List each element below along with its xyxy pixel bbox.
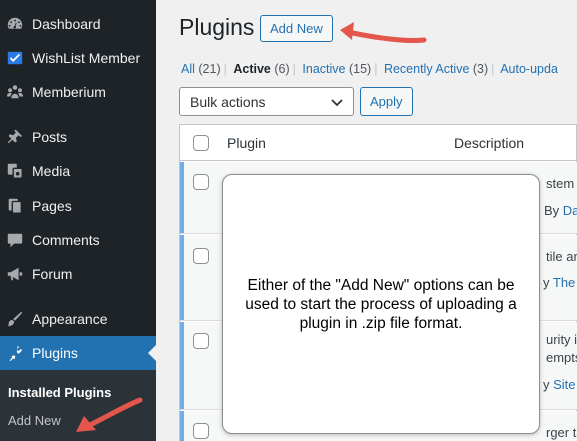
sidebar-item-memberium[interactable]: Memberium (0, 75, 156, 109)
sidebar-item-label: Dashboard (32, 16, 101, 32)
select-all-checkbox[interactable] (193, 135, 209, 151)
active-row-indicator (180, 322, 184, 409)
chevron-down-icon (331, 99, 343, 107)
active-row-indicator (180, 235, 184, 320)
row-description-snippet: urity is (546, 332, 577, 347)
active-row-indicator (180, 162, 184, 233)
megaphone-icon (5, 264, 25, 284)
sidebar-item-label: Plugins (32, 345, 78, 361)
plugin-status-filters: All (21) | Active (6) | Inactive (15) | Rec… (181, 62, 558, 76)
dashboard-icon (5, 14, 25, 34)
author-link[interactable]: The (553, 275, 575, 290)
paintbrush-icon (5, 309, 25, 329)
sidebar-item-plugins[interactable]: Plugins (0, 336, 156, 370)
sidebar-item-forum[interactable]: Forum (0, 257, 156, 291)
sidebar-item-media[interactable]: Media (0, 154, 156, 188)
column-description: Description (454, 135, 525, 151)
filter-auto-updates[interactable]: Auto-upda (500, 62, 558, 76)
sidebar-item-label: Pages (32, 198, 72, 214)
author-link[interactable]: Site (553, 377, 575, 392)
pages-icon (5, 196, 25, 216)
row-checkbox[interactable] (193, 248, 209, 264)
submenu-add-new[interactable]: Add New (8, 413, 61, 428)
sidebar-item-label: WishList Member (32, 50, 141, 66)
admin-sidebar: Dashboard WishList Member Memberium Post… (0, 0, 156, 441)
active-row-indicator (180, 411, 184, 441)
row-checkbox[interactable] (193, 423, 209, 439)
arrow-annotation-bottom (76, 397, 143, 432)
filter-inactive[interactable]: Inactive (15) (302, 62, 371, 76)
media-icon (5, 161, 25, 181)
filter-active[interactable]: Active (6) (233, 62, 289, 76)
row-checkbox[interactable] (193, 174, 209, 190)
author-link[interactable]: Da (563, 203, 577, 218)
sidebar-item-label: Memberium (32, 84, 106, 100)
bulk-actions-select[interactable]: Bulk actions (179, 87, 354, 116)
table-header: Plugin Description (180, 125, 577, 161)
plugin-icon (5, 343, 25, 363)
row-description-snippet: rger t (546, 425, 577, 440)
bulk-actions-value: Bulk actions (190, 93, 266, 110)
apply-button[interactable]: Apply (360, 87, 413, 116)
row-author-snippet: By Da (544, 203, 577, 218)
filter-all[interactable]: All (21) (181, 62, 221, 76)
callout-text: Either of the "Add New" options can be u… (245, 276, 517, 332)
row-author-snippet: y Site (543, 377, 576, 392)
active-menu-indicator (148, 345, 156, 361)
column-plugin[interactable]: Plugin (227, 135, 266, 151)
sidebar-item-wishlist-member[interactable]: WishList Member (0, 41, 156, 75)
memberium-icon (5, 82, 25, 102)
row-description-snippet: stem t (546, 176, 577, 191)
sidebar-item-posts[interactable]: Posts (0, 120, 156, 154)
row-author-snippet: y The (543, 275, 576, 290)
add-new-button[interactable]: Add New (260, 15, 333, 42)
wishlist-check-icon (5, 48, 25, 68)
pushpin-icon (5, 127, 25, 147)
sidebar-item-label: Comments (32, 232, 100, 248)
page-title: Plugins (179, 14, 255, 40)
sidebar-item-appearance[interactable]: Appearance (0, 302, 156, 336)
arrow-annotation-top (340, 22, 427, 43)
sidebar-item-label: Posts (32, 129, 68, 145)
row-checkbox[interactable] (193, 333, 209, 349)
sidebar-item-comments[interactable]: Comments (0, 223, 156, 257)
callout-annotation: Either of the "Add New" options can be u… (222, 174, 540, 434)
filter-recently-active[interactable]: Recently Active (3) (384, 62, 488, 76)
sidebar-item-label: Media (32, 163, 71, 179)
sidebar-item-label: Forum (32, 266, 73, 282)
sidebar-item-label: Appearance (32, 311, 108, 327)
comment-icon (5, 230, 25, 250)
sidebar-item-dashboard[interactable]: Dashboard (0, 7, 156, 41)
row-description-snippet: tile an (546, 249, 577, 264)
row-description-snippet: empts (546, 350, 577, 365)
sidebar-item-pages[interactable]: Pages (0, 189, 156, 223)
